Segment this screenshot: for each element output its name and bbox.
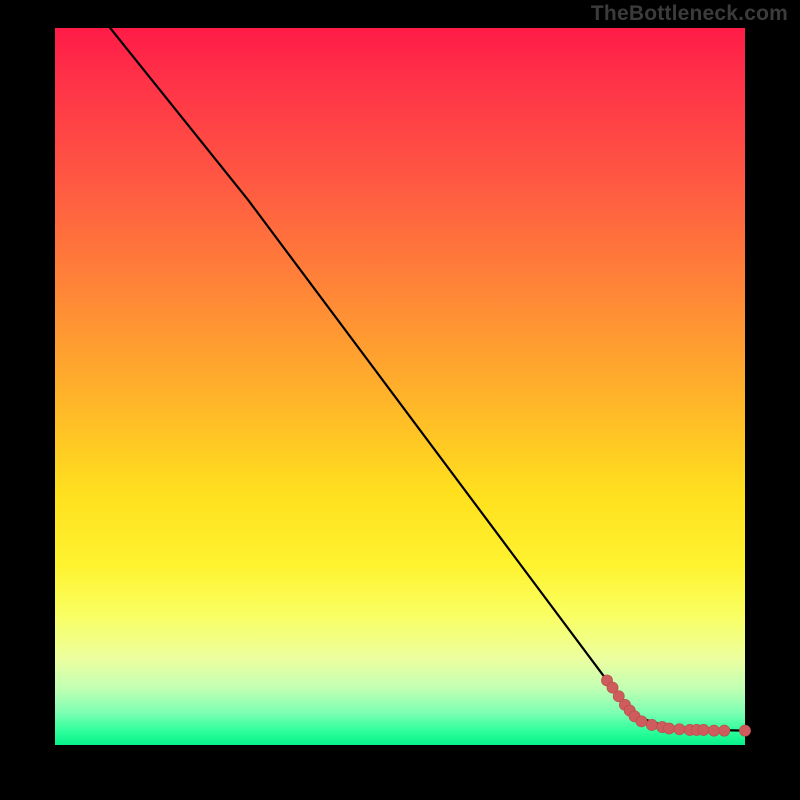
data-point — [664, 723, 675, 734]
chart-frame: TheBottleneck.com — [0, 0, 800, 800]
attribution-text: TheBottleneck.com — [591, 0, 788, 28]
data-point — [739, 725, 750, 736]
data-point — [646, 719, 657, 730]
data-point — [674, 724, 685, 735]
data-point — [698, 724, 709, 735]
chart-svg — [55, 28, 745, 745]
data-point — [636, 716, 647, 727]
data-points-group — [601, 675, 750, 736]
bottleneck-curve — [110, 28, 745, 731]
data-point — [708, 725, 719, 736]
data-point — [719, 725, 730, 736]
plot-area — [55, 28, 745, 745]
